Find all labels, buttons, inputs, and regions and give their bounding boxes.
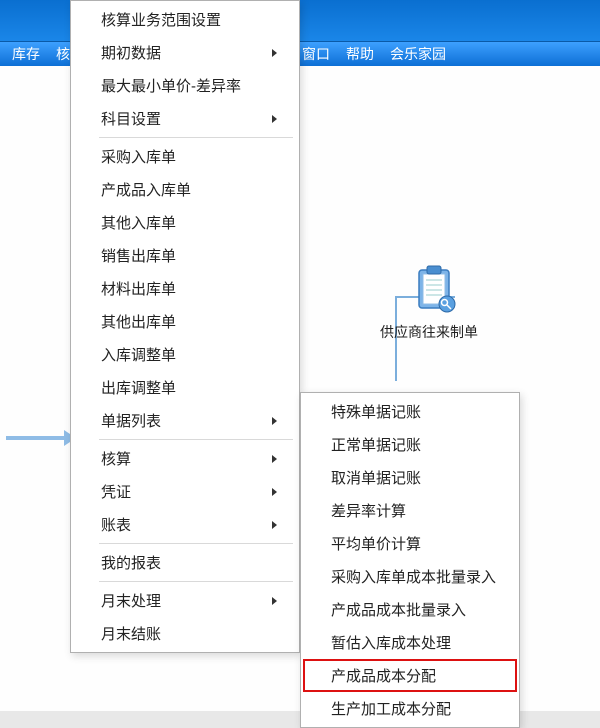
menu-item[interactable]: 科目设置 xyxy=(73,102,297,135)
menu-item[interactable]: 凭证 xyxy=(73,475,297,508)
chevron-right-icon xyxy=(272,49,277,57)
submenu-item[interactable]: 差异率计算 xyxy=(303,494,517,527)
submenu-item[interactable]: 取消单据记账 xyxy=(303,461,517,494)
menu-item-label: 月末处理 xyxy=(101,590,161,611)
menu-item[interactable]: 材料出库单 xyxy=(73,272,297,305)
submenu-item-label: 平均单价计算 xyxy=(331,533,421,554)
menu-item[interactable]: 期初数据 xyxy=(73,36,297,69)
menu-item[interactable]: 账表 xyxy=(73,508,297,541)
menu-item[interactable]: 月末处理 xyxy=(73,584,297,617)
menu-item-label: 核算业务范围设置 xyxy=(101,9,221,30)
accounting-submenu: 特殊单据记账正常单据记账取消单据记账差异率计算平均单价计算采购入库单成本批量录入… xyxy=(300,392,520,728)
submenu-item-label: 取消单据记账 xyxy=(331,467,421,488)
menu-window[interactable]: 窗口 xyxy=(294,42,338,66)
menu-item[interactable]: 其他入库单 xyxy=(73,206,297,239)
submenu-item[interactable]: 正常单据记账 xyxy=(303,428,517,461)
menu-item-label: 入库调整单 xyxy=(101,344,176,365)
submenu-item[interactable]: 平均单价计算 xyxy=(303,527,517,560)
menu-item-label: 核算 xyxy=(101,448,131,469)
menu-item-label: 我的报表 xyxy=(101,552,161,573)
menu-item-label: 单据列表 xyxy=(101,410,161,431)
submenu-item-label: 差异率计算 xyxy=(331,500,406,521)
submenu-item[interactable]: 特殊单据记账 xyxy=(303,395,517,428)
menu-divider xyxy=(99,543,293,544)
supplier-bill-node[interactable]: 供应商往来制单 xyxy=(400,264,470,342)
submenu-item-label: 产成品成本批量录入 xyxy=(331,599,466,620)
menu-item-label: 销售出库单 xyxy=(101,245,176,266)
menu-item-label: 最大最小单价-差异率 xyxy=(101,75,241,96)
submenu-item-label: 正常单据记账 xyxy=(331,434,421,455)
menu-item[interactable]: 单据列表 xyxy=(73,404,297,437)
submenu-item-label: 产成品成本分配 xyxy=(331,665,436,686)
node-label: 供应商往来制单 xyxy=(380,322,470,342)
menu-inventory[interactable]: 库存 xyxy=(4,42,48,66)
menu-item[interactable]: 销售出库单 xyxy=(73,239,297,272)
menu-item[interactable]: 我的报表 xyxy=(73,546,297,579)
chevron-right-icon xyxy=(272,597,277,605)
menu-item-label: 月末结账 xyxy=(101,623,161,644)
menu-item-label: 采购入库单 xyxy=(101,146,176,167)
submenu-item[interactable]: 采购入库单成本批量录入 xyxy=(303,560,517,593)
submenu-item-label: 采购入库单成本批量录入 xyxy=(331,566,496,587)
accounting-dropdown-menu: 核算业务范围设置期初数据最大最小单价-差异率科目设置采购入库单产成品入库单其他入… xyxy=(70,0,300,653)
flow-arrow xyxy=(6,436,66,440)
menu-item[interactable]: 出库调整单 xyxy=(73,371,297,404)
menu-help[interactable]: 帮助 xyxy=(338,42,382,66)
menu-item-label: 账表 xyxy=(101,514,131,535)
chevron-right-icon xyxy=(272,521,277,529)
menu-item-label: 科目设置 xyxy=(101,108,161,129)
submenu-item-label: 暂估入库成本处理 xyxy=(331,632,451,653)
clipboard-icon xyxy=(409,264,461,316)
menu-item-label: 凭证 xyxy=(101,481,131,502)
menu-item[interactable]: 核算业务范围设置 xyxy=(73,3,297,36)
submenu-item[interactable]: 产成品成本批量录入 xyxy=(303,593,517,626)
menu-item[interactable]: 月末结账 xyxy=(73,617,297,650)
chevron-right-icon xyxy=(272,488,277,496)
submenu-item[interactable]: 暂估入库成本处理 xyxy=(303,626,517,659)
menu-item-label: 期初数据 xyxy=(101,42,161,63)
submenu-item-label: 特殊单据记账 xyxy=(331,401,421,422)
menu-item[interactable]: 核算 xyxy=(73,442,297,475)
menu-item[interactable]: 产成品入库单 xyxy=(73,173,297,206)
menu-item-label: 材料出库单 xyxy=(101,278,176,299)
menu-divider xyxy=(99,137,293,138)
menu-divider xyxy=(99,439,293,440)
submenu-item[interactable]: 生产加工成本分配 xyxy=(303,692,517,725)
menu-item-label: 产成品入库单 xyxy=(101,179,191,200)
menu-item-label: 其他出库单 xyxy=(101,311,176,332)
menu-item[interactable]: 采购入库单 xyxy=(73,140,297,173)
menu-divider xyxy=(99,581,293,582)
menu-item-label: 其他入库单 xyxy=(101,212,176,233)
menu-item[interactable]: 最大最小单价-差异率 xyxy=(73,69,297,102)
chevron-right-icon xyxy=(272,115,277,123)
menu-item[interactable]: 其他出库单 xyxy=(73,305,297,338)
submenu-item-highlighted[interactable]: 产成品成本分配 xyxy=(303,659,517,692)
chevron-right-icon xyxy=(272,455,277,463)
menu-item[interactable]: 入库调整单 xyxy=(73,338,297,371)
menu-item-label: 出库调整单 xyxy=(101,377,176,398)
chevron-right-icon xyxy=(272,417,277,425)
submenu-item-label: 生产加工成本分配 xyxy=(331,698,451,719)
menu-club[interactable]: 会乐家园 xyxy=(382,42,454,66)
